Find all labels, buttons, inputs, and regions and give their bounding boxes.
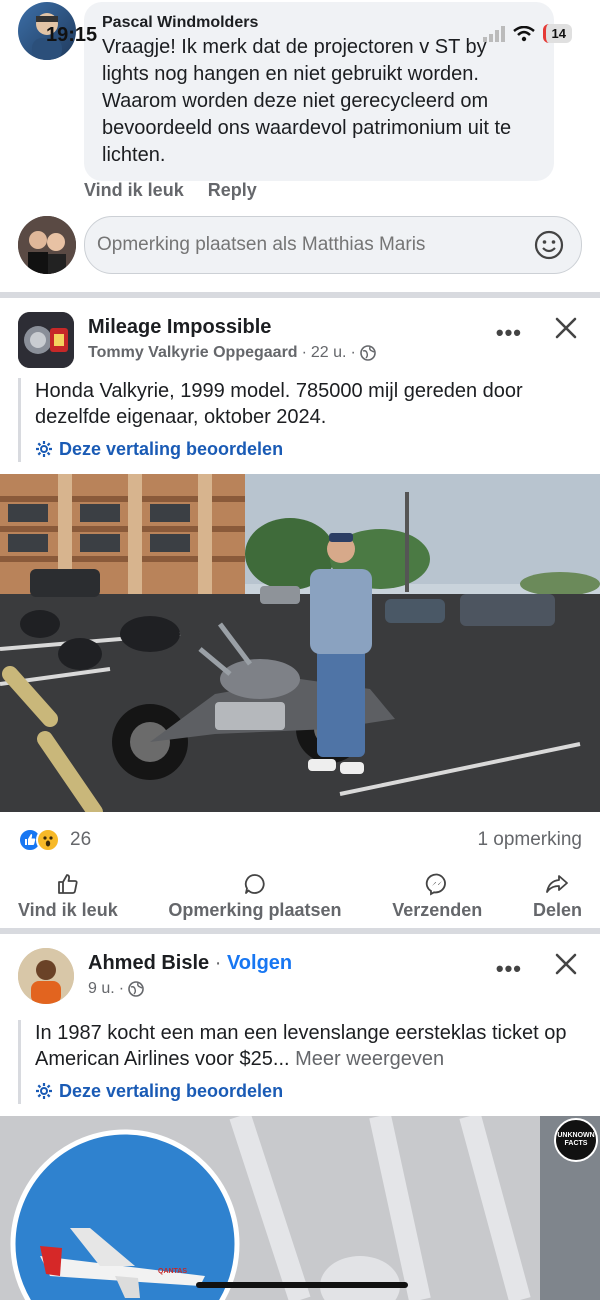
post2-author-avatar[interactable]: [18, 948, 74, 1004]
post1-time[interactable]: 22 u.: [311, 344, 347, 362]
thumbs-up-icon: [57, 874, 78, 894]
current-user-avatar: [18, 216, 76, 274]
reaction-icons[interactable]: [18, 828, 60, 852]
group-avatar[interactable]: [18, 312, 74, 368]
post1-text-block: Honda Valkyrie, 1999 model. 785000 mijl …: [18, 378, 588, 462]
post1-action-bar: Vind ik leuk Opmerking plaatsen Verzende…: [0, 872, 600, 924]
post2-time[interactable]: 9 u.: [88, 980, 115, 998]
follow-button[interactable]: Volgen: [227, 952, 292, 974]
comment-label: Opmerking plaatsen: [168, 900, 342, 920]
comment-author[interactable]: Pascal Windmolders: [102, 14, 536, 32]
like-button[interactable]: Vind ik leuk: [18, 872, 118, 924]
comment-reply-button[interactable]: Reply: [208, 180, 257, 201]
comment-actions: Vind ik leuk Reply: [84, 180, 257, 201]
share-icon: [546, 875, 569, 893]
post1-translate-label[interactable]: Deze vertaling beoordelen: [59, 436, 283, 462]
post1-text: Honda Valkyrie, 1999 model. 785000 mijl …: [35, 380, 523, 428]
comment-icon: [244, 874, 265, 894]
globe-icon: [128, 981, 144, 997]
post2-photo[interactable]: UNKNOWN FACTS QANTAS: [0, 1116, 600, 1300]
comment-bubble: Pascal Windmolders Vraagje! Ik merk dat …: [84, 2, 554, 181]
post2-badge: UNKNOWN FACTS: [554, 1118, 598, 1162]
post2-plane-livery: QANTAS: [158, 1268, 187, 1275]
post2-plane-livery-label: QANTAS: [158, 1268, 188, 1275]
like-label: Vind ik leuk: [18, 900, 118, 920]
comment-text: Vraagje! Ik merk dat de projectoren v ST…: [102, 36, 512, 166]
post1-translate-link[interactable]: Deze vertaling beoordelen: [35, 436, 588, 462]
post1-reactions-row: 26 1 opmerking: [0, 828, 600, 854]
share-label: Delen: [532, 900, 582, 920]
post2-header: Ahmed Bisle · Volgen 9 u. · •••: [0, 934, 600, 1004]
share-button[interactable]: Delen: [533, 872, 582, 924]
post1-header: Mileage Impossible Tommy Valkyrie Oppega…: [0, 298, 600, 368]
post2-meta: 9 u. ·: [88, 980, 144, 998]
post1-meta: Tommy Valkyrie Oppegaard · 22 u. ·: [88, 344, 376, 362]
post2-translate-link[interactable]: Deze vertaling beoordelen: [35, 1078, 588, 1104]
meta-separator: ·: [350, 344, 356, 361]
post2-text-line: In 1987 kocht een man een levenslange ee…: [35, 1020, 588, 1072]
comment-count[interactable]: 1 opmerking: [477, 829, 582, 851]
meta-separator: ·: [301, 344, 307, 361]
gear-icon: [36, 1083, 52, 1099]
more-options-icon[interactable]: •••: [496, 956, 522, 982]
close-icon[interactable]: [552, 314, 580, 342]
send-button[interactable]: Verzenden: [392, 872, 482, 924]
globe-icon: [360, 345, 376, 361]
home-indicator[interactable]: [196, 1282, 408, 1288]
comment-button[interactable]: Opmerking plaatsen: [168, 872, 341, 924]
wow-reaction-icon: [36, 828, 60, 852]
commenter-avatar[interactable]: [18, 2, 76, 60]
messenger-icon: [426, 873, 447, 896]
post2-text-block: In 1987 kocht een man een levenslange ee…: [18, 1020, 588, 1104]
title-separator: ·: [214, 952, 227, 974]
post2-translate-label[interactable]: Deze vertaling beoordelen: [59, 1078, 283, 1104]
reply-box: [18, 216, 582, 274]
emoji-icon[interactable]: [534, 230, 564, 260]
gear-icon: [36, 441, 52, 457]
post2-author[interactable]: Ahmed Bisle: [88, 952, 209, 974]
send-label: Verzenden: [392, 900, 483, 920]
comment-like-button[interactable]: Vind ik leuk: [84, 180, 184, 201]
group-name[interactable]: Mileage Impossible: [88, 316, 271, 339]
post1-author[interactable]: Tommy Valkyrie Oppegaard: [88, 344, 298, 362]
reaction-count[interactable]: 26: [70, 829, 91, 851]
meta-separator: ·: [118, 980, 125, 997]
more-options-icon[interactable]: •••: [496, 320, 522, 346]
comment-input[interactable]: [84, 216, 582, 274]
see-more-link[interactable]: Meer weergeven: [295, 1048, 444, 1070]
post2-badge-label: UNKNOWN FACTS: [557, 1132, 595, 1147]
close-icon[interactable]: [552, 950, 580, 978]
post1-photo[interactable]: [0, 474, 600, 812]
post2-title: Ahmed Bisle · Volgen: [88, 952, 292, 975]
